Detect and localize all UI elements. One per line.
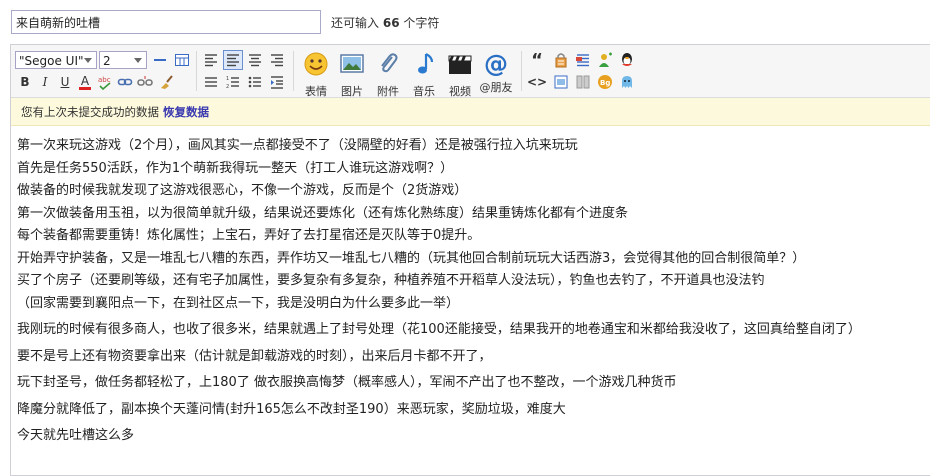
align-center-icon[interactable] (245, 50, 265, 70)
svg-text:Bg: Bg (600, 79, 610, 87)
video-button[interactable]: 视频 (443, 51, 477, 98)
content-line: 每个装备都需要重铸！炼化属性；上宝石，弄好了去打星宿还是灭队等于0提升。 (17, 228, 481, 243)
editor-content[interactable]: 第一次来玩这游戏（2个月），画风其实一点都接受不了（没隔壁的好看）还是被强行拉入… (17, 135, 930, 448)
music-note-icon (418, 53, 434, 74)
svg-text:abc: abc (98, 76, 111, 84)
mention-label: @朋友 (479, 81, 513, 94)
content-line: 第一次来玩这游戏（2个月），画风其实一点都接受不了（没隔壁的好看）还是被强行拉入… (17, 138, 578, 153)
restore-notice: 您有上次未提交成功的数据 恢复数据 (11, 98, 930, 126)
mention-button[interactable]: @ @朋友 (479, 51, 513, 95)
smiley-icon (304, 52, 328, 76)
video-label: 视频 (449, 85, 471, 98)
free-text-icon[interactable] (573, 50, 593, 70)
content-line: 做装备的时候我就发现了这游戏很恶心，不像一个游戏，反而是个（2货游戏） (17, 183, 468, 198)
underline-button[interactable]: U (55, 72, 75, 92)
title-row: 还可输入 66 个字符 (11, 9, 439, 35)
content-line: 开始弄守护装备，又是一堆乱七八糟的东西，弄作坊又一堆乱七八糟的（玩其他回合制前玩… (17, 250, 806, 266)
code-icon[interactable]: <> (527, 72, 547, 92)
content-line: 降魔分就降低了，副本换个天蓬问情(封升165怎么不改封圣190）来恶玩家，奖励垃… (17, 401, 566, 417)
image-label: 图片 (341, 85, 363, 98)
clear-format-icon[interactable] (155, 72, 175, 92)
char-count-prefix: 还可输入 (331, 15, 380, 30)
font-color-label: A (80, 73, 90, 88)
indent-icon[interactable] (267, 72, 287, 92)
music-label: 音乐 (413, 85, 435, 98)
attachment-button[interactable]: 附件 (371, 51, 405, 98)
emoji-label: 表情 (305, 85, 327, 98)
horizontal-rule-icon[interactable] (150, 50, 170, 70)
qq-penguin-icon[interactable] (617, 50, 637, 70)
quote-icon[interactable]: “ (527, 50, 547, 71)
restore-data-link[interactable]: 恢复数据 (163, 105, 209, 119)
svg-text:2: 2 (226, 84, 229, 90)
toolbar-divider (293, 51, 294, 91)
align-justify-icon[interactable] (223, 50, 243, 70)
unordered-list-icon[interactable] (245, 72, 265, 92)
content-line: 今天就先吐槽这么多 (17, 428, 135, 443)
font-size-select[interactable]: 2 (99, 51, 147, 69)
title-input[interactable] (11, 10, 321, 34)
ghost-icon[interactable] (617, 72, 637, 92)
align-left-2-icon[interactable] (201, 72, 221, 92)
svg-text:1: 1 (226, 76, 229, 82)
align-left-icon[interactable] (201, 50, 221, 70)
editor-toolbar: "Segoe UI" 2 B I U A abc 1 2 表情 图片 附件 音乐… (11, 45, 930, 98)
insert-box-icon[interactable] (551, 72, 571, 92)
bold-button[interactable]: B (15, 72, 35, 92)
char-count-number: 66 (382, 15, 400, 30)
notice-text: 您有上次未提交成功的数据 (21, 105, 159, 119)
paperclip-icon (381, 53, 398, 73)
music-button[interactable]: 音乐 (407, 51, 441, 98)
font-color-swatch (79, 86, 91, 90)
emoji-button[interactable]: 表情 (299, 51, 333, 98)
content-line: （回家需要到襄阳点一下，在到社区点一下，我是没明白为什么要多此一举） (17, 295, 460, 311)
font-family-select[interactable]: "Segoe UI" (15, 51, 97, 69)
image-button[interactable]: 图片 (335, 51, 369, 98)
spellcheck-icon[interactable]: abc (95, 72, 115, 92)
toolbar-divider (521, 51, 522, 91)
font-color-button[interactable]: A (75, 72, 95, 92)
table-icon[interactable] (172, 50, 192, 70)
align-right-icon[interactable] (267, 50, 287, 70)
badge-icon[interactable]: Bg (595, 72, 615, 92)
italic-button[interactable]: I (35, 72, 55, 92)
clapperboard-icon (448, 55, 472, 74)
content-line: 首先是任务550活跃，作为1个萌新我得玩一整天（打工人谁玩这游戏啊？） (17, 160, 454, 176)
content-line: 我刚玩的时候有很多商人，也收了很多米，结果就遇上了封号处理（花100还能接受，结… (17, 322, 861, 337)
font-family-value: "Segoe UI" (19, 54, 84, 68)
char-count: 还可输入 66 个字符 (331, 14, 439, 31)
link-icon[interactable] (115, 72, 135, 92)
add-friend-icon[interactable] (595, 50, 615, 70)
at-sign-icon: @ (484, 50, 508, 78)
content-line: 第一次做装备用玉祖，以为很简单就升级，结果说还要炼化（还有炼化熟练度）结果重铸炼… (17, 205, 629, 221)
font-size-value: 2 (103, 54, 111, 68)
content-line: 要不是号上还有物资要拿出来（估计就是卸载游戏的时刻），出来后月卡都不开了， (17, 348, 492, 364)
toolbar-divider (196, 51, 197, 91)
rich-text-editor: "Segoe UI" 2 B I U A abc 1 2 表情 图片 附件 音乐… (10, 44, 930, 476)
char-count-suffix: 个字符 (403, 15, 440, 30)
hidden-content-icon[interactable] (551, 50, 571, 70)
image-icon (340, 54, 364, 73)
content-line: 玩下封圣号，做任务都轻松了，上180了 做衣服换高悔梦（概率感人），军闹不产出了… (17, 375, 677, 390)
unlink-icon[interactable] (135, 72, 155, 92)
attachment-label: 附件 (377, 85, 399, 98)
content-line: 买了个房子（还要刷等级，还有宅子加属性，要多复杂有多复杂，种植养殖不开稻草人没法… (17, 273, 765, 288)
columns-icon[interactable] (573, 72, 593, 92)
ordered-list-icon[interactable]: 12 (223, 72, 243, 92)
